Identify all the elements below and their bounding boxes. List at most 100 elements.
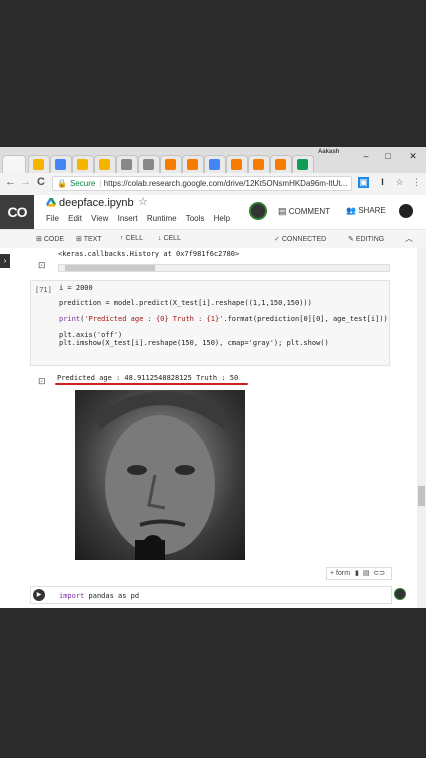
tab-favicon-icon [55,159,66,170]
tab-favicon-icon [187,159,198,170]
colab-logo[interactable]: CO [0,195,34,229]
user-avatar[interactable] [397,202,415,220]
menu-help[interactable]: Help [214,214,230,223]
connection-status[interactable]: ✓ CONNECTED [274,235,326,243]
browser-menu-icon[interactable]: ⋮ [411,177,422,188]
sidebar-toggle-icon[interactable]: › [0,254,10,268]
add-code-button[interactable]: ⊞ CODE [36,235,64,243]
code-line-3: print('Predicted age : {0} Truth : {1}'.… [59,315,388,323]
code-line-4: plt.axis('off') [59,331,123,339]
tab-favicon-icon [99,159,110,170]
add-text-button[interactable]: ⊞ TEXT [76,235,102,243]
output-horizontal-scrollbar[interactable] [58,264,390,272]
menu-insert[interactable]: Insert [118,214,138,223]
notebook-toolbar: ⊞ CODE ⊞ TEXT ↑ CELL ↓ CELL ✓ CONNECTED … [0,229,426,249]
tab-favicon-icon [209,159,220,170]
profile-name[interactable]: Aakash [318,149,339,155]
face-illustration [95,391,225,560]
code-line-5: plt.imshow(X_test[i].reshape(150, 150), … [59,339,329,347]
bookmark-star-icon[interactable]: ☆ [394,177,405,188]
browser-tab-active[interactable] [2,155,26,173]
tab-favicon-icon [297,159,308,170]
execution-count: [71] [35,286,52,294]
add-text-label: TEXT [83,236,102,243]
pencil-icon: ✎ [348,236,354,243]
share-button[interactable]: 👥 SHARE [346,206,386,215]
connection-status-label: CONNECTED [281,236,327,243]
red-underline-annotation [55,383,248,385]
reload-icon[interactable]: C [37,176,45,188]
lock-icon: 🔒 [57,179,67,188]
tab-favicon-icon [231,159,242,170]
add-form-button[interactable]: + form [330,570,350,577]
browser-tab[interactable] [292,155,314,173]
browser-tab[interactable] [204,155,226,173]
extension-info-icon[interactable]: I [377,177,388,188]
comment-button[interactable]: ▤ COMMENT [278,206,330,217]
browser-tab[interactable] [116,155,138,173]
tab-favicon-icon [275,159,286,170]
code-cell[interactable]: [71] i = 2000 prediction = model.predict… [30,280,390,366]
browser-tab[interactable] [226,155,248,173]
browser-tab[interactable] [138,155,160,173]
editing-label: EDITING [355,236,385,243]
minimize-icon[interactable]: – [358,151,374,161]
browser-title-bar: Aakash – □ ✕ [0,147,426,173]
output-face-image [75,390,245,560]
import-keyword: import [59,592,85,600]
menu-view[interactable]: View [91,214,108,223]
browser-tab[interactable] [94,155,116,173]
comment-cell-icon[interactable]: ▤ [363,570,370,577]
collapse-header-icon[interactable]: ︿ [405,233,413,244]
browser-tab[interactable] [270,155,292,173]
code-print-fn: print [59,315,81,323]
import-rest: pandas as pd [84,592,140,600]
run-cell-button[interactable]: ▶ [33,589,45,601]
next-code-cell[interactable]: ▶ import pandas as pd [30,586,392,604]
browser-tab[interactable] [160,155,182,173]
browser-tab[interactable] [72,155,94,173]
link-cell-icon[interactable]: ⊂⊃ [373,570,385,577]
star-icon[interactable]: ☆ [138,195,148,208]
tab-favicon-icon [253,159,264,170]
collaborator-avatar[interactable] [249,202,267,220]
cell-up-label: CELL [125,235,143,242]
notebook-body: › ⊡ <keras.callbacks.History at 0x7f981f… [0,248,426,608]
extension-icon[interactable]: ▣ [358,177,369,188]
previous-output-text: <keras.callbacks.History at 0x7f981f6c27… [58,250,240,258]
browser-tab[interactable] [248,155,270,173]
google-drive-icon [46,198,56,207]
browser-tab[interactable] [182,155,204,173]
notebook-title[interactable]: deepface.ipynb [59,197,134,209]
browser-tab[interactable] [50,155,72,173]
tab-favicon-icon [165,159,176,170]
move-cell-up-button[interactable]: ↑ CELL [120,235,143,242]
close-icon[interactable]: ✕ [405,151,421,162]
share-people-icon: 👥 [346,206,356,215]
maximize-icon[interactable]: □ [380,151,396,161]
move-cell-down-button[interactable]: ↓ CELL [158,235,181,242]
code-line-1: i = 2000 [59,284,93,292]
menu-edit[interactable]: Edit [68,214,82,223]
menu-tools[interactable]: Tools [186,214,205,223]
delete-cell-icon[interactable]: ▮ [355,570,359,577]
notebook-scroll-thumb[interactable] [418,486,425,506]
comment-icon: ▤ [278,206,287,216]
browser-tab[interactable] [28,155,50,173]
next-cell-code: import pandas as pd [59,592,139,600]
back-icon[interactable]: ← [5,176,16,188]
code-format-call: .format(prediction[0][0], age_test[i])) [223,315,388,323]
menu-bar: File Edit View Insert Runtime Tools Help [46,214,237,223]
cell-editor-avatar [394,588,406,600]
code-format-string: 'Predicted age : {0} Truth : {1}' [84,315,224,323]
scroll-thumb[interactable] [65,265,155,271]
notebook-vertical-scrollbar[interactable] [417,248,426,608]
editing-mode[interactable]: ✎ EDITING [348,235,384,243]
menu-file[interactable]: File [46,214,59,223]
forward-icon[interactable]: → [20,176,31,188]
menu-runtime[interactable]: Runtime [147,214,177,223]
check-icon: ✓ [274,236,280,243]
tab-favicon-icon [143,159,154,170]
add-code-label: CODE [43,236,65,243]
url-input[interactable]: 🔒 Secure | https://colab.research.google.c… [52,176,352,191]
